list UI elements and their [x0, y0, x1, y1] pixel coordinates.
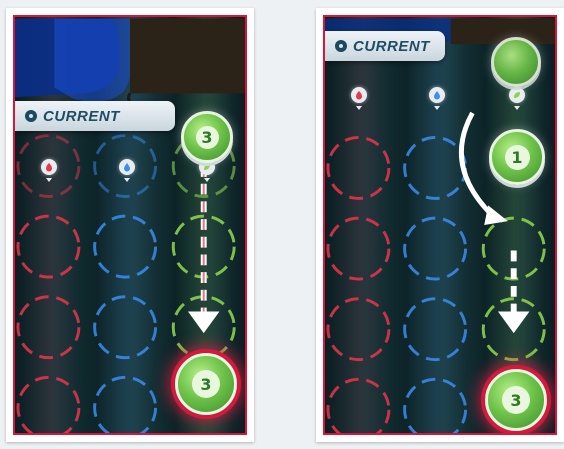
tutorial-panel-right: CURRENT 1 3	[316, 8, 564, 442]
red-column-glow	[21, 17, 79, 433]
leaf-icon	[509, 87, 525, 110]
current-label: CURRENT	[43, 107, 120, 125]
current-label: CURRENT	[353, 37, 430, 55]
tutorial-panel-left: CURRENT 3 3	[6, 8, 254, 442]
blue-column-glow	[407, 17, 465, 433]
placed-token[interactable]: 3	[175, 353, 237, 415]
queued-token[interactable]: 1	[489, 129, 545, 185]
flame-icon	[41, 159, 57, 182]
current-banner: CURRENT	[325, 31, 445, 61]
placed-token[interactable]: 3	[485, 369, 547, 431]
token-number: 1	[504, 144, 530, 170]
red-column-glow	[331, 17, 389, 433]
blue-column-glow	[97, 17, 155, 433]
game-board-right: CURRENT 1 3	[323, 15, 557, 435]
droplet-icon	[119, 159, 135, 182]
droplet-icon	[429, 87, 445, 110]
info-dot-icon	[25, 110, 37, 122]
token-number: 3	[192, 370, 220, 398]
game-board-left: CURRENT 3 3	[13, 15, 247, 435]
info-dot-icon	[335, 40, 347, 52]
current-token[interactable]: 3	[181, 111, 233, 163]
flame-icon	[351, 87, 367, 110]
token-number: 3	[195, 125, 219, 149]
current-token-partial	[491, 37, 541, 87]
current-banner: CURRENT	[15, 101, 175, 131]
token-number: 3	[502, 386, 530, 414]
